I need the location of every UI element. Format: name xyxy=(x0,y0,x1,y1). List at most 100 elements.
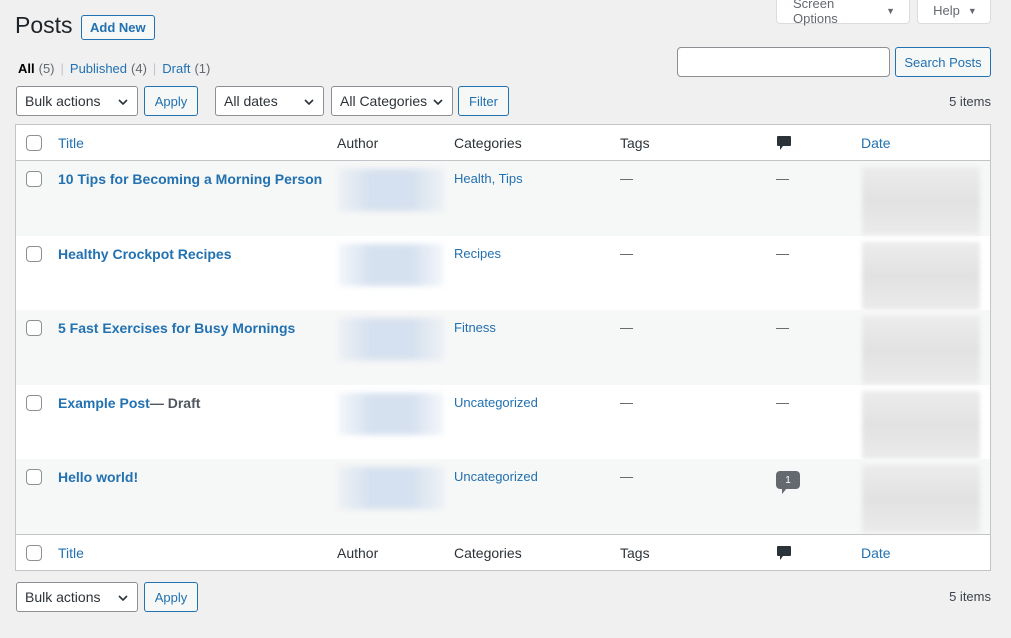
column-categories: Categories xyxy=(454,134,522,151)
filter-button[interactable]: Filter xyxy=(458,86,509,116)
caret-down-icon: ▼ xyxy=(886,5,895,16)
column-title-sort-footer[interactable]: Title xyxy=(58,545,84,561)
bulk-actions-select[interactable]: Bulk actions xyxy=(16,86,138,116)
date-redacted xyxy=(862,390,980,459)
title-cell: Healthy Crockpot Recipes xyxy=(58,236,232,311)
row-checkbox[interactable] xyxy=(26,469,42,485)
view-draft[interactable]: Draft xyxy=(162,61,190,76)
table-row: Example Post — Draft Uncategorized — — xyxy=(16,385,990,460)
column-tags-footer: Tags xyxy=(620,544,650,561)
comments-cell: 1 xyxy=(776,459,800,534)
post-title-link[interactable]: Hello world! xyxy=(58,469,138,485)
column-author: Author xyxy=(337,134,379,151)
row-checkbox-cell xyxy=(26,310,42,385)
post-title-link[interactable]: Example Post xyxy=(58,395,150,411)
row-checkbox-cell xyxy=(26,459,42,534)
row-checkbox-cell xyxy=(26,161,42,236)
post-state: — Draft xyxy=(149,394,201,411)
author-redacted xyxy=(338,243,444,286)
category-link[interactable]: Recipes xyxy=(454,246,501,261)
select-all-checkbox-footer[interactable] xyxy=(26,544,42,561)
tags-value: — xyxy=(620,320,633,335)
table-row: Hello world! Uncategorized — 1 xyxy=(16,459,990,534)
apply-button-bottom[interactable]: Apply xyxy=(144,582,198,612)
title-cell: Example Post — Draft xyxy=(58,385,200,460)
post-title-link[interactable]: 5 Fast Exercises for Busy Mornings xyxy=(58,320,295,336)
categories-cell: Recipes xyxy=(454,236,501,311)
row-checkbox-cell xyxy=(26,236,42,311)
column-comments[interactable] xyxy=(776,125,792,160)
chevron-down-icon xyxy=(118,595,128,602)
view-published-count: (4) xyxy=(131,61,147,76)
separator: | xyxy=(152,61,157,76)
chevron-down-icon xyxy=(433,99,443,106)
chevron-down-icon xyxy=(118,99,128,106)
add-new-button[interactable]: Add New xyxy=(81,15,155,40)
row-checkbox[interactable] xyxy=(26,245,42,262)
categories-filter-select[interactable]: All Categories xyxy=(331,86,453,116)
categories-filter-value: All Categories xyxy=(340,93,428,109)
column-comments-footer[interactable] xyxy=(776,535,792,570)
page-title: Posts xyxy=(15,12,73,38)
post-title-link[interactable]: 10 Tips for Becoming a Morning Person xyxy=(58,171,322,187)
view-draft-count: (1) xyxy=(194,61,211,76)
comment-count: 1 xyxy=(785,474,791,486)
table-row: 10 Tips for Becoming a Morning Person Hea… xyxy=(16,161,990,236)
comments-value: — xyxy=(776,245,789,261)
author-redacted xyxy=(338,169,444,211)
comments-value: — xyxy=(776,320,789,335)
date-redacted xyxy=(862,167,980,235)
tags-value: — xyxy=(620,394,633,410)
search-posts-button[interactable]: Search Posts xyxy=(895,47,991,77)
bulk-actions-select-bottom[interactable]: Bulk actions xyxy=(16,582,138,612)
search-input[interactable] xyxy=(677,47,890,77)
tags-cell: — xyxy=(620,459,633,534)
post-title-link[interactable]: Healthy Crockpot Recipes xyxy=(58,246,232,262)
table-footer: Title Author Categories Tags Date xyxy=(16,534,990,570)
help-button[interactable]: Help ▼ xyxy=(917,0,991,24)
categories-cell: Health, Tips xyxy=(454,161,523,236)
tags-value: — xyxy=(620,171,633,186)
caret-down-icon: ▼ xyxy=(967,5,977,16)
row-checkbox[interactable] xyxy=(26,394,42,411)
bulk-actions-value: Bulk actions xyxy=(25,93,101,109)
dates-filter-select[interactable]: All dates xyxy=(215,86,324,116)
author-redacted xyxy=(338,318,444,360)
apply-button[interactable]: Apply xyxy=(144,86,198,116)
category-link[interactable]: Uncategorized xyxy=(454,395,538,410)
column-title-sort[interactable]: Title xyxy=(58,135,84,151)
comments-cell: — xyxy=(776,385,789,460)
row-checkbox[interactable] xyxy=(26,320,42,336)
comment-icon xyxy=(777,545,791,560)
column-date-sort[interactable]: Date xyxy=(861,135,891,151)
view-published[interactable]: Published xyxy=(70,61,127,76)
table-row: 5 Fast Exercises for Busy Mornings Fitnes… xyxy=(16,310,990,385)
category-link[interactable]: Health, Tips xyxy=(454,171,523,186)
tags-cell: — xyxy=(620,161,633,236)
column-author-footer: Author xyxy=(337,544,379,561)
date-redacted xyxy=(862,316,980,384)
category-link[interactable]: Fitness xyxy=(454,320,496,335)
comment-count-bubble[interactable]: 1 xyxy=(776,471,800,494)
table-header: Title Author Categories Tags Date xyxy=(16,125,990,161)
view-all[interactable]: All xyxy=(18,61,35,76)
tags-value: — xyxy=(620,245,633,261)
title-cell: 5 Fast Exercises for Busy Mornings xyxy=(58,310,295,385)
comments-cell: — xyxy=(776,236,789,311)
screen-options-button[interactable]: Screen Options ▼ xyxy=(776,0,910,26)
row-checkbox-cell xyxy=(26,385,42,460)
table-row: Healthy Crockpot Recipes Recipes — — xyxy=(16,236,990,311)
category-link[interactable]: Uncategorized xyxy=(454,469,538,484)
categories-cell: Fitness xyxy=(454,310,496,385)
column-date-sort-footer[interactable]: Date xyxy=(861,545,891,561)
categories-cell: Uncategorized xyxy=(454,459,538,534)
select-all-checkbox[interactable] xyxy=(26,134,42,151)
comments-value: — xyxy=(776,394,789,410)
date-redacted xyxy=(862,465,980,533)
view-all-count: (5) xyxy=(38,61,55,76)
separator: | xyxy=(60,61,64,76)
tags-cell: — xyxy=(620,385,633,460)
comment-icon xyxy=(777,135,791,150)
column-categories-footer: Categories xyxy=(454,544,522,561)
row-checkbox[interactable] xyxy=(26,171,42,187)
